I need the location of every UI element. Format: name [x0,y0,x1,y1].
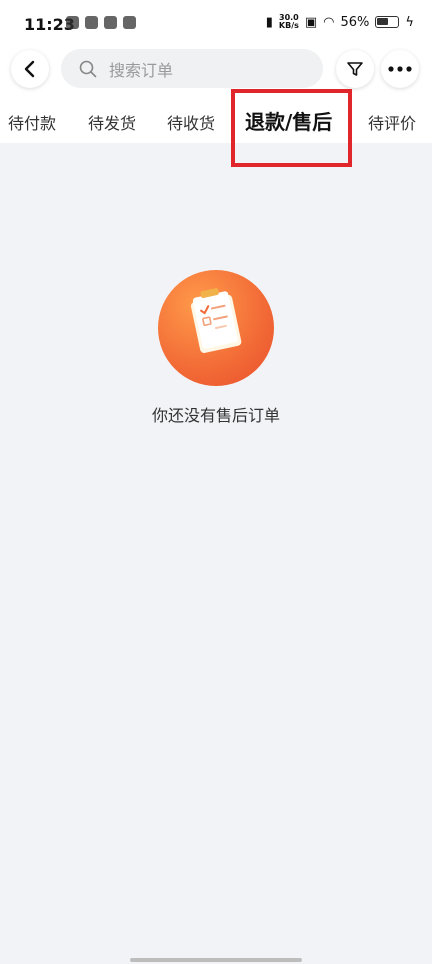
status-bar: 11:23 ▮ 30.0 KB/s ▣ ◠ 56% ϟ [0,0,432,50]
wechat-icon [66,16,79,29]
battery-icon [375,16,400,28]
search-placeholder: 搜索订单 [109,60,174,80]
search-icon [79,60,97,77]
speed-unit: KB/s [278,21,299,30]
vibrate-icon: ▮ [265,14,273,30]
empty-state-message: 你还没有售后订单 [151,406,280,425]
app-icon [104,16,117,29]
wifi-icon: ◠ [323,14,335,30]
navigation-bar: 搜索订单 [0,48,432,90]
tab-pending-payment[interactable]: 待付款 [8,110,56,134]
notification-icons [66,16,136,32]
header-area: 11:23 ▮ 30.0 KB/s ▣ ◠ 56% ϟ 搜索订单 待付款 待发货… [0,0,432,143]
tab-pending-receipt[interactable]: 待收货 [167,110,215,134]
app-icon [123,16,136,29]
highlight-annotation [231,89,352,167]
charging-icon: ϟ [405,14,414,30]
filter-button[interactable] [336,50,374,88]
home-indicator[interactable] [130,958,302,962]
search-input[interactable]: 搜索订单 [61,49,323,88]
back-button[interactable] [11,50,49,88]
app-icon [85,16,98,29]
battery-percent: 56% [340,14,370,30]
sim-icon: ▣ [304,14,318,30]
tab-pending-review[interactable]: 待评价 [368,110,416,134]
clipboard-checklist-icon [190,288,242,353]
network-speed: 30.0 KB/s [279,14,299,30]
status-right: ▮ 30.0 KB/s ▣ ◠ 56% ϟ [266,14,414,30]
chevron-left-icon [24,60,35,78]
empty-orders-illustration [158,270,274,386]
empty-state: 你还没有售后订单 [0,270,432,426]
order-tabs: 待付款 待发货 待收货 退款/售后 待评价 [0,104,432,144]
filter-icon [347,62,363,76]
more-dots-icon [388,66,412,72]
tab-pending-shipment[interactable]: 待发货 [88,110,136,134]
more-button[interactable] [381,50,419,88]
